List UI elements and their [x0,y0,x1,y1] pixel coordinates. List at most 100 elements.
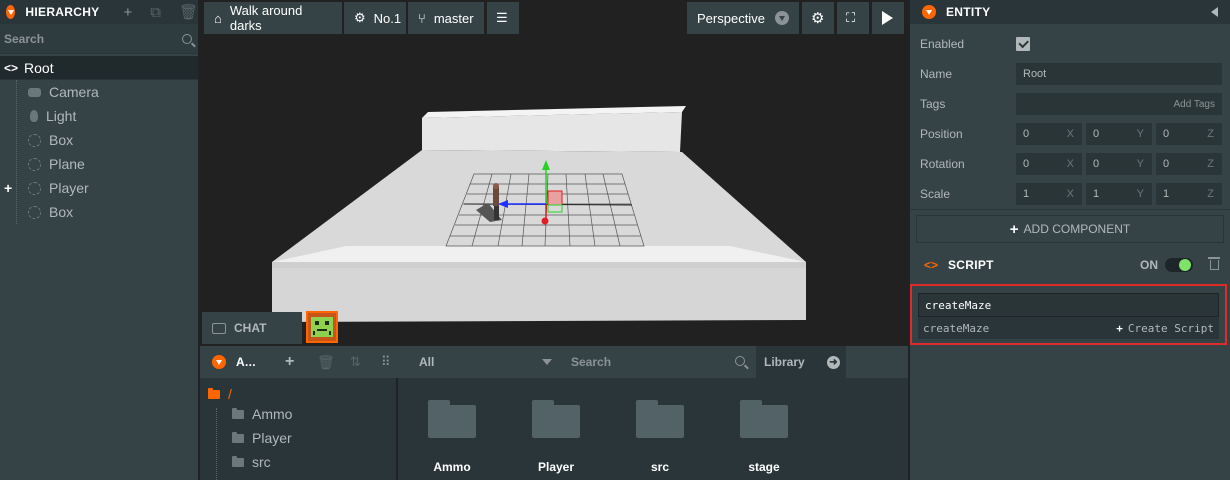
fullscreen-button[interactable]: ⛶ [837,2,869,34]
root-expand-icon[interactable]: <> [4,61,18,75]
script-suggestion[interactable]: createMaze + Create Script [918,317,1219,339]
list-button[interactable]: ☰ [487,2,519,34]
add-asset-icon[interactable]: + [285,353,294,371]
avatar[interactable] [306,311,338,343]
inspector-header: ENTITY [910,0,1230,24]
project-button[interactable]: ⌂ Walk around darks [204,2,342,34]
collapse-left-icon[interactable] [1211,7,1218,17]
tree-item-player[interactable]: + Player [0,176,198,200]
expand-plus-icon[interactable]: + [4,180,12,196]
position-y-field[interactable]: 0Y [1086,123,1152,145]
folder-player[interactable]: Player [232,430,292,446]
folder-player-icon[interactable] [532,400,580,438]
scale-x-field[interactable]: 1X [1016,183,1082,205]
collapse-icon[interactable] [6,5,16,19]
tree-item-root[interactable]: <> Root [0,56,198,80]
assets-search-input[interactable]: Search [571,355,611,369]
list-icon: ☰ [496,10,508,25]
rotation-z-field[interactable]: 0Z [1156,153,1222,175]
play-button[interactable] [872,2,904,34]
settings-button[interactable]: ⚙ [802,2,834,34]
tags-label: Tags [920,97,946,111]
home-icon: ⌂ [214,10,222,26]
camera-icon [28,87,41,97]
assets-folder-tree: / Ammo Player src [200,378,398,480]
enabled-checkbox[interactable] [1016,37,1030,51]
position-x-field[interactable]: 0X [1016,123,1082,145]
position-z-field[interactable]: 0Z [1156,123,1222,145]
tree-item-label: Plane [49,156,85,172]
asset-label[interactable]: src [620,460,700,474]
chevron-down-icon[interactable] [542,359,552,365]
tree-item-plane[interactable]: Plane [0,152,198,176]
tree-item-label: Box [49,132,74,148]
enabled-row: Enabled [910,29,1230,59]
tree-item-label: Root [24,59,54,76]
asset-label[interactable]: Player [516,460,596,474]
folder-root[interactable]: / [208,386,232,402]
folder-ammo-icon[interactable] [428,400,476,438]
rotation-y-field[interactable]: 0Y [1086,153,1152,175]
add-entity-icon[interactable]: + [123,5,132,20]
hierarchy-search-input[interactable]: Search [4,32,182,46]
build-label: No.1 [373,10,402,26]
name-field[interactable]: Root [1016,63,1222,85]
arrow-right-icon: ➜ [827,355,840,369]
add-component-label: ADD COMPONENT [1023,222,1131,236]
add-component-button[interactable]: + ADD COMPONENT [916,215,1224,243]
rotation-x-field[interactable]: 0X [1016,153,1082,175]
filter-select[interactable]: All [419,355,434,369]
hierarchy-search[interactable]: Search [0,24,198,54]
script-enabled-toggle[interactable] [1165,258,1193,272]
tree-item-camera[interactable]: Camera [0,80,198,104]
inspector-title: ENTITY [946,5,991,19]
light-icon [30,110,38,122]
branch-button[interactable]: ⑂ master [408,2,484,34]
tree-item-label: Player [49,180,89,196]
chat-button[interactable]: CHAT [202,312,302,344]
script-name-input[interactable]: createMaze [918,293,1219,317]
camera-select[interactable]: Perspective [687,2,799,34]
build-button[interactable]: ⚙ No.1 [344,2,406,34]
upload-icon[interactable]: ⇅ [350,354,361,370]
settings-icon: ⚙ [811,10,825,27]
library-button[interactable]: Library ➜ [756,346,846,378]
scale-z-field[interactable]: 1Z [1156,183,1222,205]
tags-field[interactable]: Add Tags [1016,93,1222,115]
asset-label[interactable]: Ammo [412,460,492,474]
viewport[interactable]: ⌂ Walk around darks ⚙ No.1 ⑂ master ☰ Pe… [200,0,908,346]
field-value: 1 [1023,188,1030,200]
branch-icon: ⑂ [418,10,426,26]
position-row: Position 0X 0Y 0Z [910,119,1230,149]
field-value: 0 [1093,128,1100,140]
scene-render[interactable] [200,0,908,346]
folder-src[interactable]: src [232,454,271,470]
search-icon [735,356,745,366]
asset-label[interactable]: stage [724,460,804,474]
scale-y-field[interactable]: 1Y [1086,183,1152,205]
collapse-icon[interactable] [212,355,226,369]
axis-label: Y [1136,158,1144,170]
axis-label: Z [1207,128,1214,140]
folder-stage-icon[interactable] [740,400,788,438]
delete-icon[interactable] [1208,257,1220,270]
duplicate-icon[interactable]: ⧉ [150,5,161,20]
assets-header: A... + 🗑︎ ⇅ ⠿ All Search Library ➜ [200,346,908,378]
library-label: Library [764,355,805,369]
delete-icon[interactable]: 🗑︎ [179,5,198,20]
grid-view-icon[interactable]: ⠿ [381,354,391,370]
field-value: 0 [1163,128,1170,140]
delete-icon[interactable]: 🗑︎ [317,354,335,371]
tree-item-box-2[interactable]: Box [0,200,198,224]
folder-label: Player [252,430,292,446]
divider [910,209,1230,210]
collapse-icon[interactable] [922,5,936,19]
search-icon [182,33,192,44]
tree-item-light[interactable]: Light [0,104,198,128]
folder-src-icon[interactable] [636,400,684,438]
create-script-button[interactable]: + Create Script [1116,322,1214,335]
tree-item-box[interactable]: Box [0,128,198,152]
space-invader-icon [311,317,333,337]
folder-icon [232,455,244,467]
folder-ammo[interactable]: Ammo [232,406,292,422]
